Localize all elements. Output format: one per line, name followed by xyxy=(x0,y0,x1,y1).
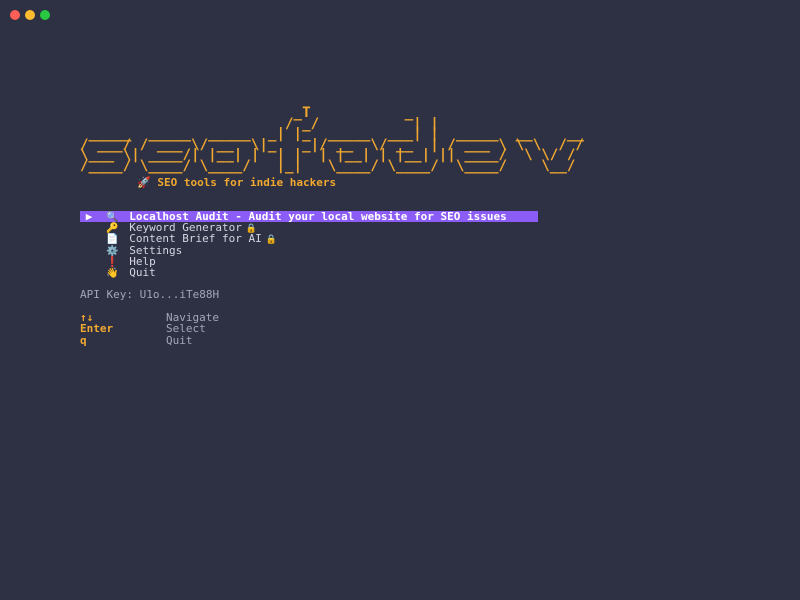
terminal-window: _T _ / _/ | | _____ _____ _____ _| |_ __… xyxy=(0,0,800,600)
menu-item-settings[interactable]: ⚙️ Settings xyxy=(80,244,780,256)
menu-item-label: Quit xyxy=(129,265,156,279)
hint-description: Select xyxy=(166,322,206,336)
terminal-content: _T _ / _/ | | _____ _____ _____ _| |_ __… xyxy=(80,105,780,346)
rocket-icon: 🚀 xyxy=(137,176,151,189)
keyboard-hints: ↑↓ Navigate Enter Select q Quit xyxy=(80,312,780,346)
hint-key: Enter xyxy=(80,322,114,336)
hint-description: Quit xyxy=(166,333,193,347)
tagline: 🚀 SEO tools for indie hackers xyxy=(80,177,780,189)
hint-key: q xyxy=(80,333,87,347)
hint-row: q Quit xyxy=(80,333,780,347)
menu-item-help[interactable]: ❗ Help xyxy=(80,256,780,268)
close-window-button[interactable] xyxy=(10,10,20,20)
api-key-status: API Key: U1o...iTe88H xyxy=(80,288,220,302)
document-icon: 📄 xyxy=(106,234,119,246)
waving-hand-icon: 👋 xyxy=(106,267,119,279)
zoom-window-button[interactable] xyxy=(40,10,50,20)
window-controls xyxy=(10,10,50,20)
menu-item-content-brief[interactable]: 📄 Content Brief for AI 🔒 xyxy=(80,233,780,246)
ascii-logo: _T _ / _/ | | _____ _____ _____ _| |_ __… xyxy=(80,105,584,174)
hint-row: Enter Select xyxy=(80,323,780,334)
tagline-text: SEO tools for indie hackers xyxy=(157,176,337,189)
minimize-window-button[interactable] xyxy=(25,10,35,20)
menu-item-quit[interactable]: 👋 Quit xyxy=(80,265,780,279)
main-menu: ▶ 🔍 Localhost Audit - Audit your local w… xyxy=(80,211,780,279)
lock-icon: 🔒 xyxy=(265,235,277,246)
